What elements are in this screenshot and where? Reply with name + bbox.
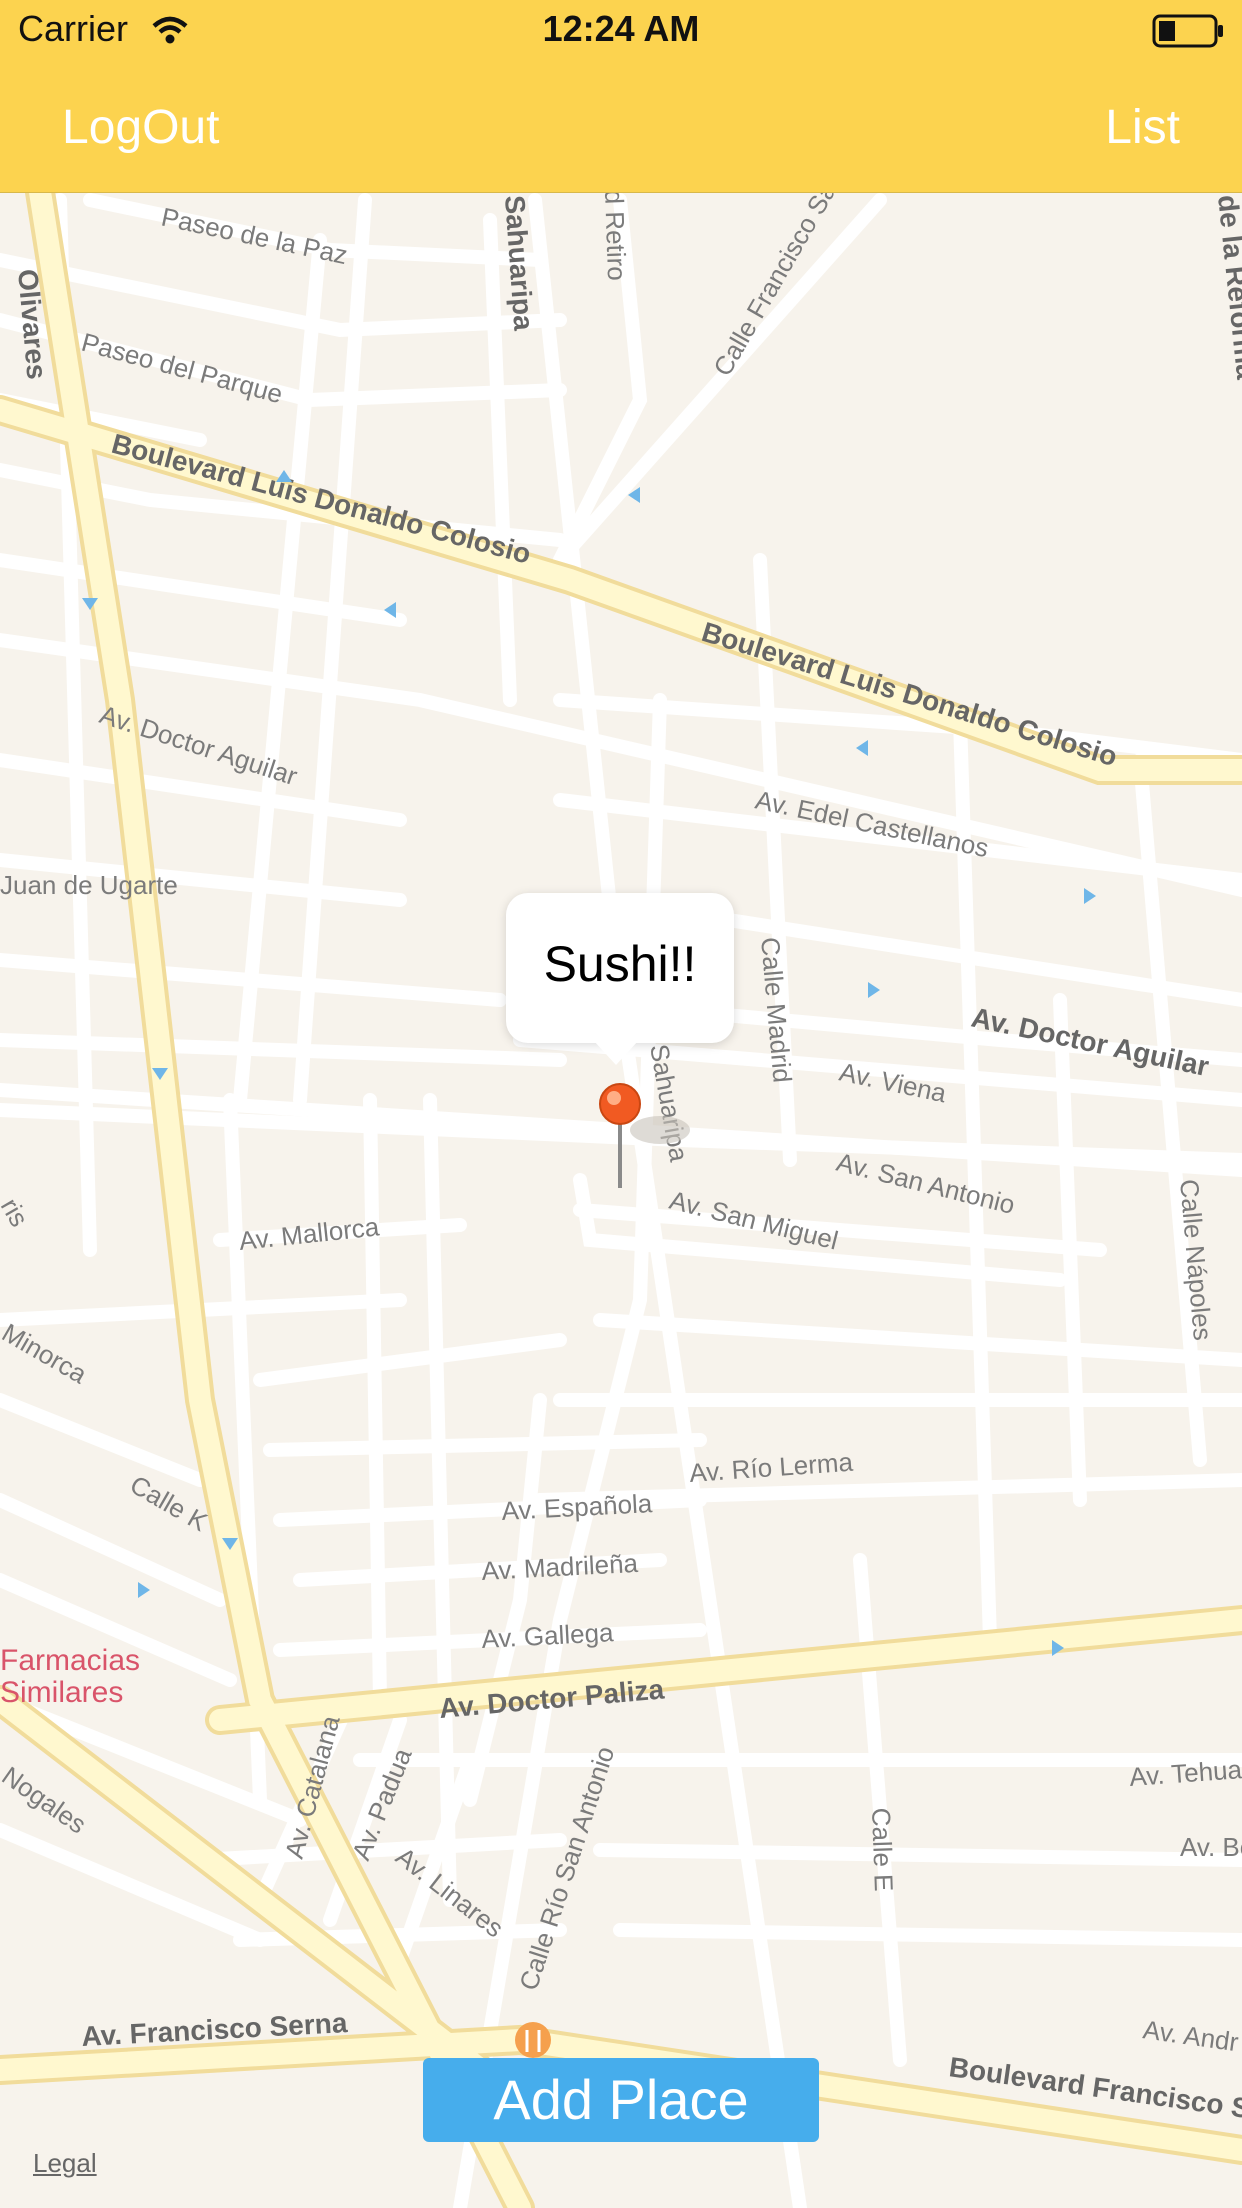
battery-icon bbox=[1152, 14, 1223, 48]
street-label-juan-ugarte: Juan de Ugarte bbox=[0, 870, 178, 900]
street-label-retiro: d Retiro bbox=[599, 192, 632, 281]
list-button[interactable]: List bbox=[1105, 100, 1180, 155]
legal-link[interactable]: Legal bbox=[33, 2148, 97, 2179]
map-view[interactable]: Olivares Paseo de la Paz Paseo del Parqu… bbox=[0, 192, 1242, 2208]
navigation-bar: LogOut List bbox=[0, 60, 1242, 193]
annotation-callout[interactable]: Sushi!! bbox=[506, 893, 734, 1065]
add-place-button[interactable]: Add Place bbox=[423, 2058, 819, 2142]
poi-label-line2: Similares bbox=[0, 1676, 123, 1709]
annotation-title: Sushi!! bbox=[543, 936, 697, 992]
status-bar: Carrier 12:24 AM bbox=[0, 0, 1242, 60]
street-label-calle-e: Calle E bbox=[866, 1807, 899, 1892]
street-label-av-be: Av. Be bbox=[1180, 1832, 1242, 1862]
map-canvas: Olivares Paseo de la Paz Paseo del Parqu… bbox=[0, 192, 1242, 2208]
logout-button[interactable]: LogOut bbox=[62, 100, 219, 155]
clock: 12:24 AM bbox=[542, 8, 700, 49]
poi-label-line1: Farmacias bbox=[0, 1644, 140, 1677]
restaurant-icon[interactable] bbox=[515, 2022, 551, 2058]
